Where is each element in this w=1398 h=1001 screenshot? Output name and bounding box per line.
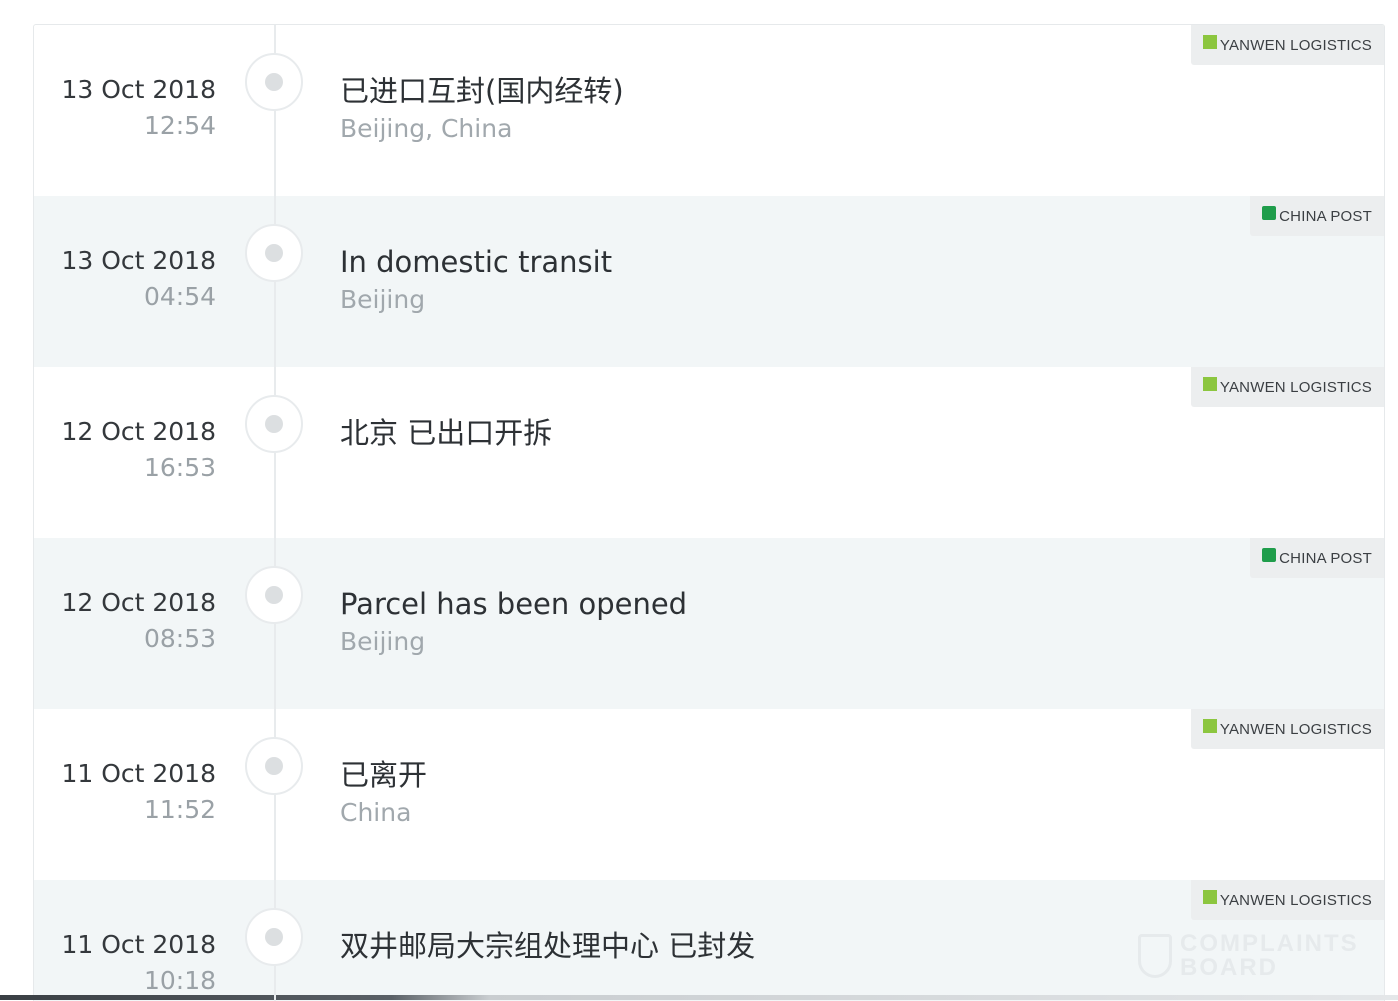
- carrier-badge: CHINA POST: [1250, 538, 1384, 578]
- carrier-name: CHINA POST: [1279, 549, 1372, 567]
- event-location: Beijing, China: [340, 114, 513, 143]
- yanwen-logo-icon: [1202, 35, 1217, 49]
- event-datetime: 11 Oct 2018 10:18: [61, 929, 216, 997]
- yanwen-logo-icon: [1202, 719, 1217, 733]
- timeline-dot-icon: [245, 737, 303, 795]
- carrier-badge: YANWEN LOGISTICS: [1190, 25, 1384, 65]
- carrier-badge: YANWEN LOGISTICS: [1190, 880, 1384, 920]
- event-date: 11 Oct 2018: [61, 930, 216, 959]
- event-datetime: 13 Oct 2018 12:54: [61, 74, 216, 142]
- carrier-badge: CHINA POST: [1250, 196, 1384, 236]
- event-location: China: [340, 798, 412, 827]
- timeline-dot-icon: [245, 908, 303, 966]
- event-datetime: 11 Oct 2018 11:52: [61, 758, 216, 826]
- event-status: Parcel has been opened: [340, 587, 688, 621]
- carrier-name: YANWEN LOGISTICS: [1219, 36, 1372, 54]
- timeline-event: 13 Oct 2018 12:54 已进口互封(国内经转) Beijing, C…: [34, 25, 1384, 196]
- timeline-line: [274, 25, 276, 1001]
- event-status: In domestic transit: [340, 245, 613, 279]
- event-time: 16:53: [143, 453, 216, 482]
- carrier-name: CHINA POST: [1279, 207, 1372, 225]
- yanwen-logo-icon: [1202, 890, 1217, 904]
- shield-icon: [1138, 934, 1172, 978]
- event-location: Beijing: [340, 285, 426, 314]
- event-date: 12 Oct 2018: [61, 417, 216, 446]
- event-date: 12 Oct 2018: [61, 588, 216, 617]
- event-time: 11:52: [143, 795, 216, 824]
- timeline-dot-icon: [245, 566, 303, 624]
- event-date: 13 Oct 2018: [61, 75, 216, 104]
- carrier-badge: YANWEN LOGISTICS: [1190, 709, 1384, 749]
- timeline-dot-icon: [245, 395, 303, 453]
- event-datetime: 13 Oct 2018 04:54: [61, 245, 216, 313]
- event-date: 13 Oct 2018: [61, 246, 216, 275]
- china-post-logo-icon: [1262, 548, 1277, 562]
- event-datetime: 12 Oct 2018 16:53: [61, 416, 216, 484]
- event-status: 北京 已出口开拆: [340, 416, 553, 450]
- tracking-timeline: 13 Oct 2018 12:54 已进口互封(国内经转) Beijing, C…: [33, 24, 1385, 1001]
- china-post-logo-icon: [1262, 206, 1277, 220]
- timeline-event: 12 Oct 2018 16:53 北京 已出口开拆 YANWEN LOGIST…: [34, 367, 1384, 538]
- timeline-event: 12 Oct 2018 08:53 Parcel has been opened…: [34, 538, 1384, 709]
- event-status: 已离开: [340, 758, 428, 792]
- event-time: 04:54: [143, 282, 216, 311]
- timeline-event: 11 Oct 2018 11:52 已离开 China YANWEN LOGIS…: [34, 709, 1384, 880]
- watermark-line2: BOARD: [1180, 954, 1278, 981]
- carrier-name: YANWEN LOGISTICS: [1219, 378, 1372, 396]
- yanwen-logo-icon: [1202, 377, 1217, 391]
- carrier-name: YANWEN LOGISTICS: [1219, 891, 1372, 909]
- complaintsboard-watermark: COMPLAINTS BOARD: [1138, 930, 1358, 990]
- timeline-event: 13 Oct 2018 04:54 In domestic transit Be…: [34, 196, 1384, 367]
- timeline-dot-icon: [245, 53, 303, 111]
- event-datetime: 12 Oct 2018 08:53: [61, 587, 216, 655]
- carrier-badge: YANWEN LOGISTICS: [1190, 367, 1384, 407]
- event-date: 11 Oct 2018: [61, 759, 216, 788]
- event-time: 12:54: [143, 111, 216, 140]
- event-location: Beijing: [340, 627, 426, 656]
- bottom-scroll-edge: [0, 995, 1398, 1000]
- event-time: 10:18: [143, 966, 216, 995]
- event-status: 已进口互封(国内经转): [340, 74, 624, 108]
- event-time: 08:53: [143, 624, 216, 653]
- timeline-dot-icon: [245, 224, 303, 282]
- carrier-name: YANWEN LOGISTICS: [1219, 720, 1372, 738]
- event-status: 双井邮局大宗组处理中心 已封发: [340, 929, 756, 963]
